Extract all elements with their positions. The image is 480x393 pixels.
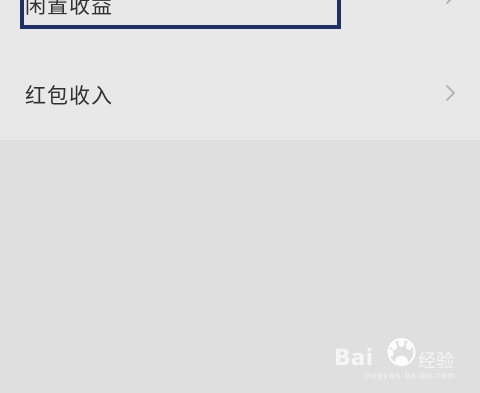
watermark-service-text: 经验 [418,351,454,372]
paw-icon [386,338,417,368]
list-item-label: 红包收入 [25,84,113,108]
list-item-label: 闲置收益 [25,0,113,18]
list-item-red-packet-income[interactable]: 红包收入 [0,46,480,140]
chevron-right-icon [440,0,460,6]
baidu-jingyan-watermark: Baidu 经验 jingyan.baidu.com [334,338,458,380]
watermark-url: jingyan.baidu.com [365,371,456,380]
list-item-idle-income[interactable]: 闲置收益 [0,0,480,46]
screen: 闲置收益 红包收入 Baidu [0,0,480,393]
settings-list: 闲置收益 红包收入 [0,0,480,140]
chevron-right-icon [440,83,460,103]
